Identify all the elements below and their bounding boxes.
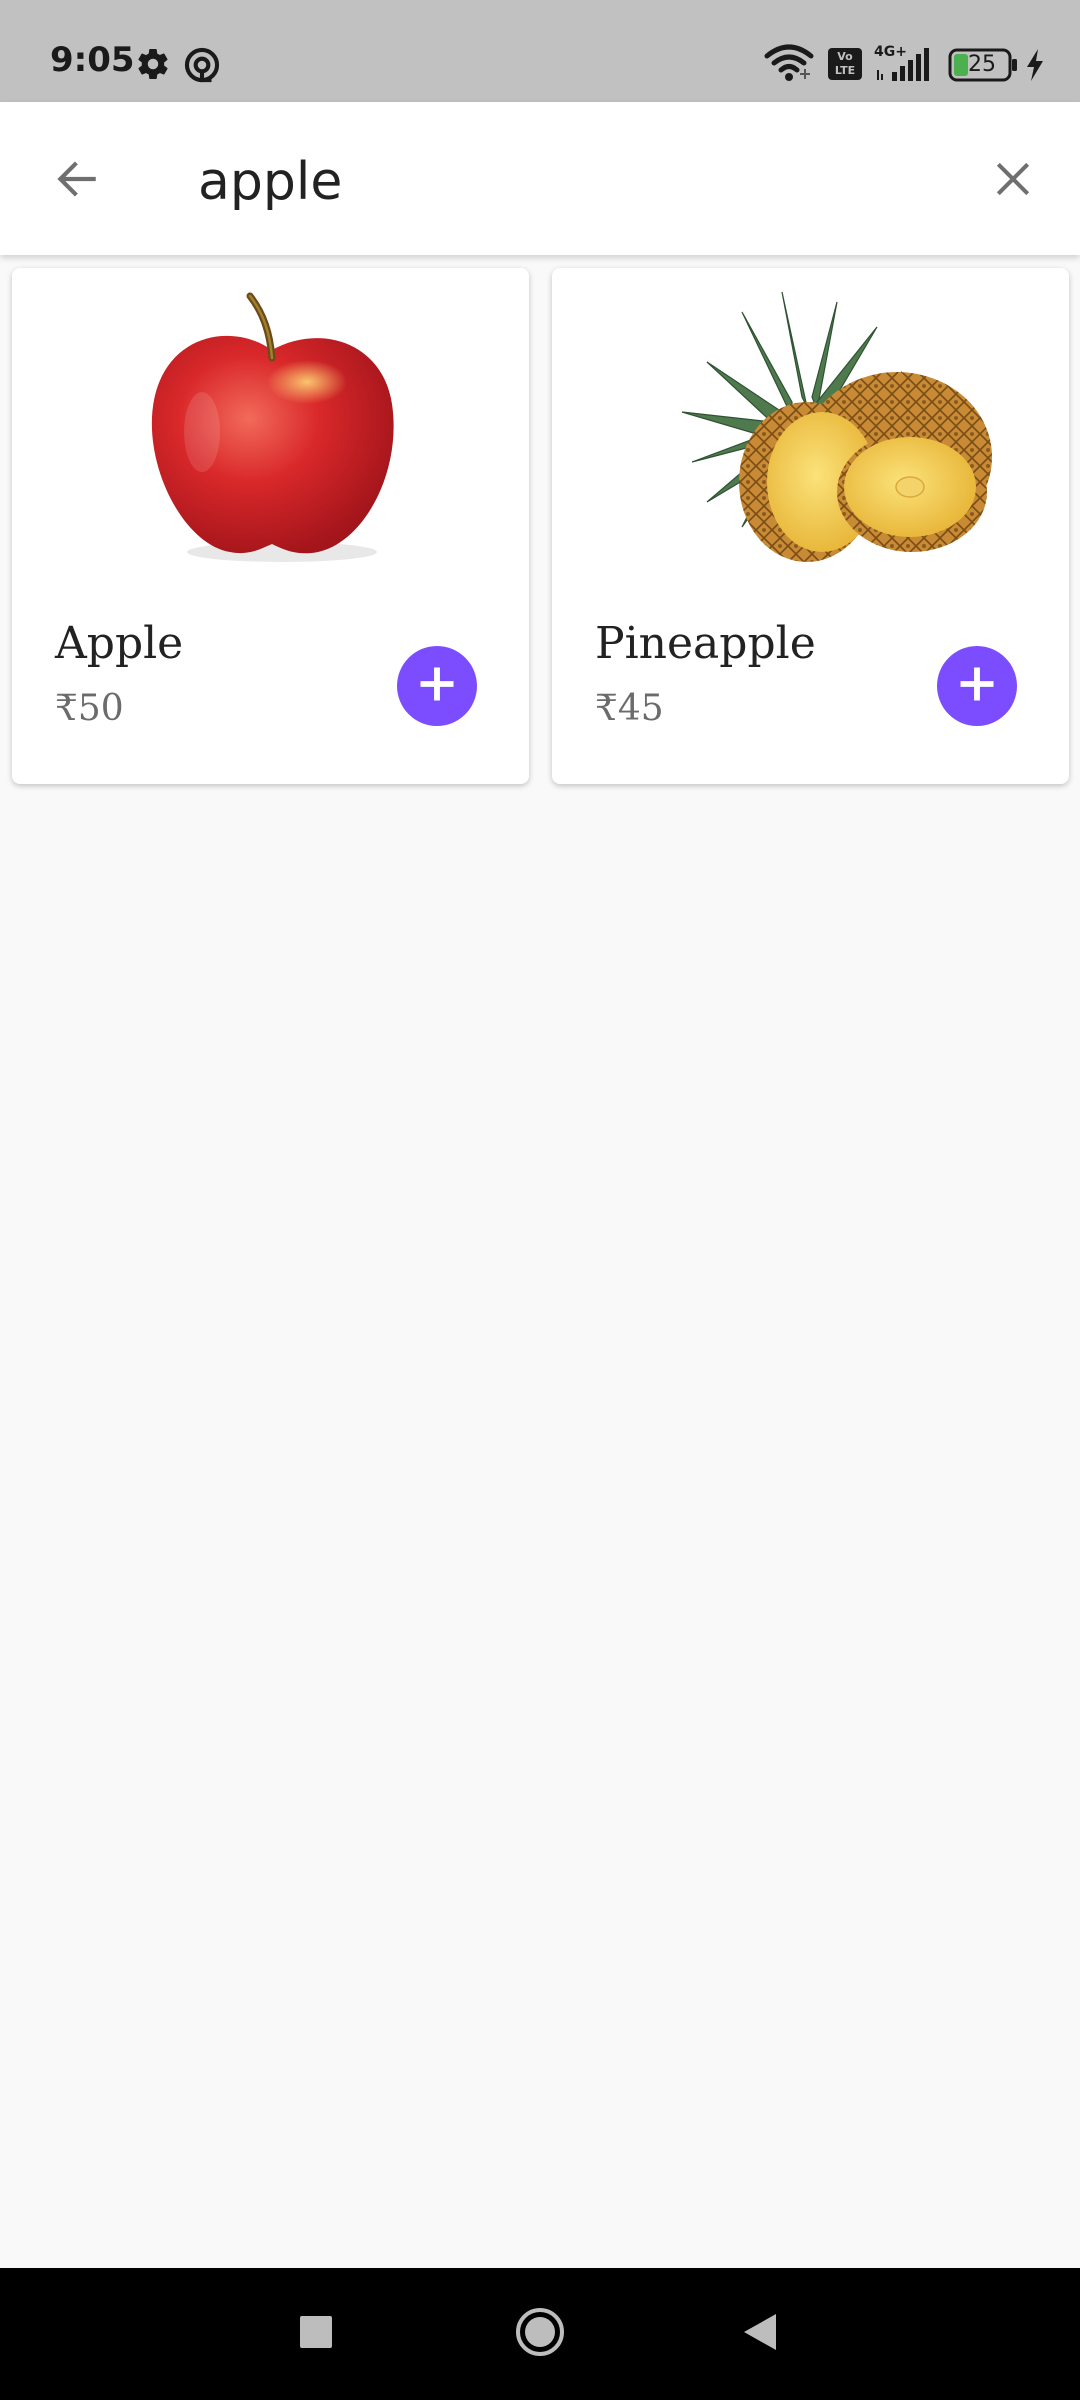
square-icon	[298, 2314, 334, 2355]
settings-gear-icon	[135, 46, 171, 87]
add-to-cart-button[interactable]	[937, 646, 1017, 726]
product-card-pineapple[interactable]: Pineapple ₹45	[552, 268, 1069, 784]
volte-label: Vo LTE	[834, 50, 856, 77]
charging-bolt-icon	[1024, 48, 1046, 87]
circle-home-icon	[514, 2306, 566, 2363]
add-to-cart-button[interactable]	[397, 646, 477, 726]
product-card-apple[interactable]: Apple ₹50	[12, 268, 529, 784]
product-name: Pineapple	[595, 618, 816, 669]
clear-search-button[interactable]	[976, 144, 1050, 218]
product-price: ₹45	[595, 688, 664, 729]
search-input[interactable]: apple	[198, 142, 342, 222]
triangle-back-icon	[740, 2312, 780, 2357]
arrow-back-icon	[52, 154, 102, 209]
back-button[interactable]	[40, 144, 114, 218]
product-price: ₹50	[55, 688, 124, 729]
search-bar: apple	[0, 102, 1080, 255]
pineapple-image	[612, 282, 1009, 572]
back-nav-button[interactable]	[724, 2298, 796, 2370]
cell-signal-icon	[874, 48, 934, 87]
status-bar: 9:05 Vo LTE 4G+ 25	[0, 0, 1080, 102]
recents-button[interactable]	[280, 2298, 352, 2370]
plus-icon	[415, 662, 459, 711]
home-button[interactable]	[504, 2298, 576, 2370]
system-navigation-bar	[0, 2268, 1080, 2400]
status-time: 9:05	[50, 40, 135, 80]
product-name: Apple	[55, 618, 184, 669]
battery-level: 25	[968, 52, 996, 77]
volte-badge-icon: Vo LTE	[828, 48, 862, 80]
close-icon	[991, 157, 1035, 206]
plus-icon	[955, 662, 999, 711]
wifi-icon	[764, 44, 814, 87]
apple-image	[72, 282, 469, 572]
vpn-key-icon	[183, 46, 221, 89]
